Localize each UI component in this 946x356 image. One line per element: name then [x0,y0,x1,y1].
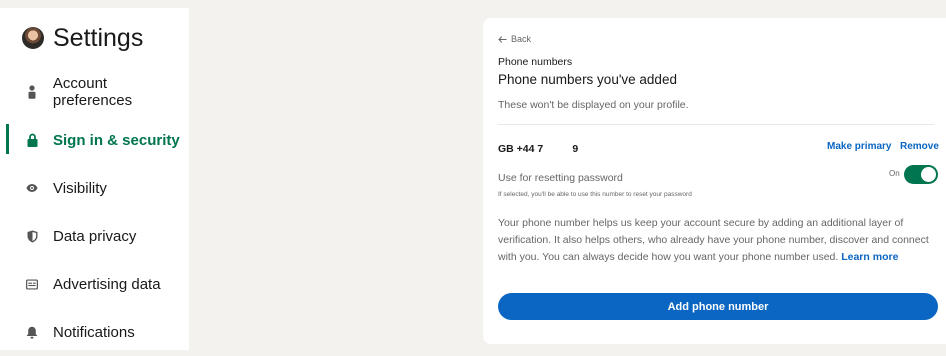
section-heading: Phone numbers you've added [498,72,677,87]
sidebar-item-account-preferences[interactable]: Account preferences [0,68,189,116]
divider [498,124,934,125]
reset-password-help: If selected, you'll be able to use this … [498,191,692,198]
sidebar-item-label: Advertising data [53,275,161,293]
learn-more-link[interactable]: Learn more [841,251,898,263]
info-paragraph: Your phone number helps us keep your acc… [498,215,936,266]
phone-number: GB +44 7 9 [498,143,579,155]
phone-numbers-panel: Back Phone numbers Phone numbers you've … [483,18,946,344]
remove-link[interactable]: Remove [900,141,939,152]
back-link[interactable]: Back [498,34,531,44]
eye-icon [26,181,38,195]
section-label: Phone numbers [498,56,573,68]
sidebar-item-sign-in-security[interactable]: Sign in & security [0,116,189,164]
bell-icon [26,325,38,339]
reset-password-label: Use for resetting password [498,172,623,184]
sidebar-item-label: Visibility [53,179,107,197]
sidebar-item-label: Data privacy [53,227,137,245]
sidebar-item-data-privacy[interactable]: Data privacy [0,212,189,260]
sidebar-item-label: Notifications [53,323,135,341]
make-primary-link[interactable]: Make primary [827,141,891,152]
toggle-state-label: On [889,169,900,178]
toggle-knob [921,167,936,182]
back-label: Back [511,34,532,44]
section-subtext: These won't be displayed on your profile… [498,99,689,111]
add-phone-number-button[interactable]: Add phone number [498,293,938,320]
person-icon [26,85,38,99]
shield-icon [26,229,38,243]
lock-icon [26,133,38,147]
ad-card-icon [26,277,38,291]
avatar[interactable] [22,27,44,49]
sidebar-item-label: Account preferences [52,75,133,109]
sidebar-header: Settings [0,8,189,68]
arrow-left-icon [498,35,507,43]
sidebar-item-visibility[interactable]: Visibility [0,164,189,212]
page-title: Settings [53,23,144,52]
sidebar-item-notifications[interactable]: Notifications [0,308,189,356]
reset-password-toggle[interactable] [904,165,938,184]
sidebar-item-advertising-data[interactable]: Advertising data [0,260,189,308]
settings-sidebar: Settings Account preferences Sign in & s… [0,8,189,350]
sidebar-item-label: Sign in & security [53,131,180,149]
